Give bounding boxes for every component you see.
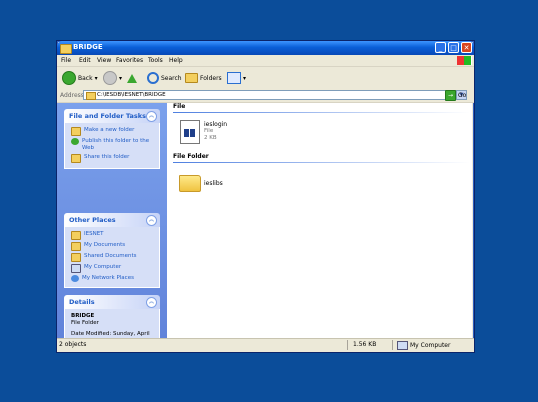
windows-logo-icon: [457, 56, 472, 65]
task-label: Publish this folder to the Web: [82, 138, 150, 151]
address-bar: Address C:\IESDB\IESNET\BRIDGE ▼ → Go: [57, 89, 474, 103]
forward-button[interactable]: ▾: [103, 71, 122, 85]
place-label: IESNET: [84, 231, 104, 237]
go-label: Go: [458, 92, 467, 99]
explorer-window: BRIDGE _ □ ✕ File Edit View Favorites To…: [56, 40, 475, 353]
places-panel-header[interactable]: Other Places ︽: [64, 213, 160, 227]
menu-file[interactable]: File: [61, 57, 71, 64]
task-label: Make a new folder: [84, 127, 135, 133]
status-divider: [392, 340, 393, 350]
file-type: File: [204, 128, 214, 134]
back-arrow-icon: [62, 71, 76, 85]
file-size: 2 KB: [204, 135, 217, 141]
search-icon: [147, 72, 159, 84]
place-label: My Network Places: [82, 275, 134, 281]
place-my-computer[interactable]: My Computer: [65, 263, 159, 274]
folder-icon: [179, 175, 201, 192]
network-icon: [71, 275, 79, 282]
close-button[interactable]: ✕: [461, 42, 472, 53]
chevron-down-icon: ▾: [243, 74, 247, 82]
back-button[interactable]: Back ▾: [62, 71, 98, 85]
shared-folder-icon: [71, 253, 81, 262]
status-object-count: 2 objects: [59, 341, 87, 348]
place-my-documents[interactable]: My Documents: [65, 241, 159, 252]
place-label: My Computer: [84, 264, 122, 270]
status-location: My Computer: [397, 341, 450, 350]
folders-button[interactable]: Folders: [185, 71, 222, 85]
maximize-button[interactable]: □: [448, 42, 459, 53]
menu-favorites[interactable]: Favorites: [116, 57, 143, 64]
collapse-icon[interactable]: ︽: [146, 111, 157, 122]
address-label: Address: [60, 92, 84, 99]
details-name: BRIDGE: [71, 313, 95, 319]
window-title: BRIDGE: [73, 43, 103, 51]
documents-folder-icon: [71, 242, 81, 251]
menu-bar: File Edit View Favorites Tools Help: [57, 55, 474, 67]
task-publish-web[interactable]: Publish this folder to the Web: [65, 137, 159, 153]
status-size: 1.56 KB: [353, 341, 377, 348]
group-divider: [173, 112, 470, 113]
tasks-panel-header[interactable]: File and Folder Tasks ︽: [64, 109, 160, 123]
place-label: My Documents: [84, 242, 126, 248]
back-label: Back: [78, 74, 93, 82]
toolbar: Back ▾ ▾ Search Folders ▾: [57, 67, 474, 90]
chevron-down-icon: ▾: [119, 74, 123, 82]
menu-edit[interactable]: Edit: [79, 57, 91, 64]
details-panel-title: Details: [69, 298, 95, 306]
address-path: C:\IESDB\IESNET\BRIDGE: [97, 92, 166, 98]
status-location-label: My Computer: [410, 342, 451, 349]
folder-icon: [60, 44, 72, 54]
folder-icon: [86, 92, 96, 100]
tasks-panel: File and Folder Tasks ︽ Make a new folde…: [64, 109, 160, 169]
status-bar: 2 objects 1.56 KB My Computer: [57, 338, 474, 352]
globe-icon: [71, 138, 79, 145]
group-header-file: File: [173, 103, 186, 110]
menu-tools[interactable]: Tools: [148, 57, 163, 64]
place-my-network-places[interactable]: My Network Places: [65, 274, 159, 283]
new-folder-icon: [71, 127, 81, 136]
collapse-icon[interactable]: ︽: [146, 215, 157, 226]
share-folder-icon: [71, 154, 81, 163]
task-new-folder[interactable]: Make a new folder: [65, 126, 159, 137]
views-icon: [227, 72, 241, 84]
computer-icon: [71, 264, 81, 273]
folder-icon: [71, 231, 81, 240]
menu-help[interactable]: Help: [169, 57, 183, 64]
details-panel-header[interactable]: Details ︽: [64, 295, 160, 309]
task-share-folder[interactable]: Share this folder: [65, 153, 159, 164]
search-label: Search: [161, 74, 182, 82]
folders-label: Folders: [200, 74, 222, 82]
views-button[interactable]: ▾: [227, 71, 246, 85]
task-label: Share this folder: [84, 154, 130, 160]
place-iesnet[interactable]: IESNET: [65, 230, 159, 241]
collapse-icon[interactable]: ︽: [146, 297, 157, 308]
places-panel: Other Places ︽ IESNET My Documents Share…: [64, 213, 160, 288]
computer-icon: [397, 341, 408, 350]
chevron-down-icon: ▾: [94, 74, 98, 82]
tasks-panel-title: File and Folder Tasks: [69, 112, 146, 120]
file-list[interactable]: File ieslogin File 2 KB File Folder iesl…: [167, 103, 472, 338]
group-header-file-folder: File Folder: [173, 153, 209, 160]
title-bar[interactable]: BRIDGE _ □ ✕: [57, 41, 474, 55]
group-divider: [173, 162, 470, 163]
up-arrow-icon: [127, 73, 137, 83]
forward-arrow-icon: [103, 71, 117, 85]
folders-icon: [185, 73, 198, 83]
go-button[interactable]: → Go: [445, 90, 466, 101]
places-panel-title: Other Places: [69, 216, 116, 224]
go-arrow-icon: →: [445, 90, 456, 101]
status-divider: [347, 340, 348, 350]
search-button[interactable]: Search: [147, 71, 182, 85]
details-type: File Folder: [71, 320, 99, 326]
place-label: Shared Documents: [84, 253, 137, 259]
address-input[interactable]: C:\IESDB\IESNET\BRIDGE ▼: [83, 90, 467, 100]
up-folder-button[interactable]: [127, 71, 137, 85]
minimize-button[interactable]: _: [435, 42, 446, 53]
task-pane: File and Folder Tasks ︽ Make a new folde…: [57, 103, 167, 351]
menu-view[interactable]: View: [97, 57, 111, 64]
folder-name: ieslibs: [204, 180, 223, 187]
place-shared-documents[interactable]: Shared Documents: [65, 252, 159, 263]
file-name: ieslogin: [204, 121, 228, 128]
file-icon: [180, 120, 200, 144]
